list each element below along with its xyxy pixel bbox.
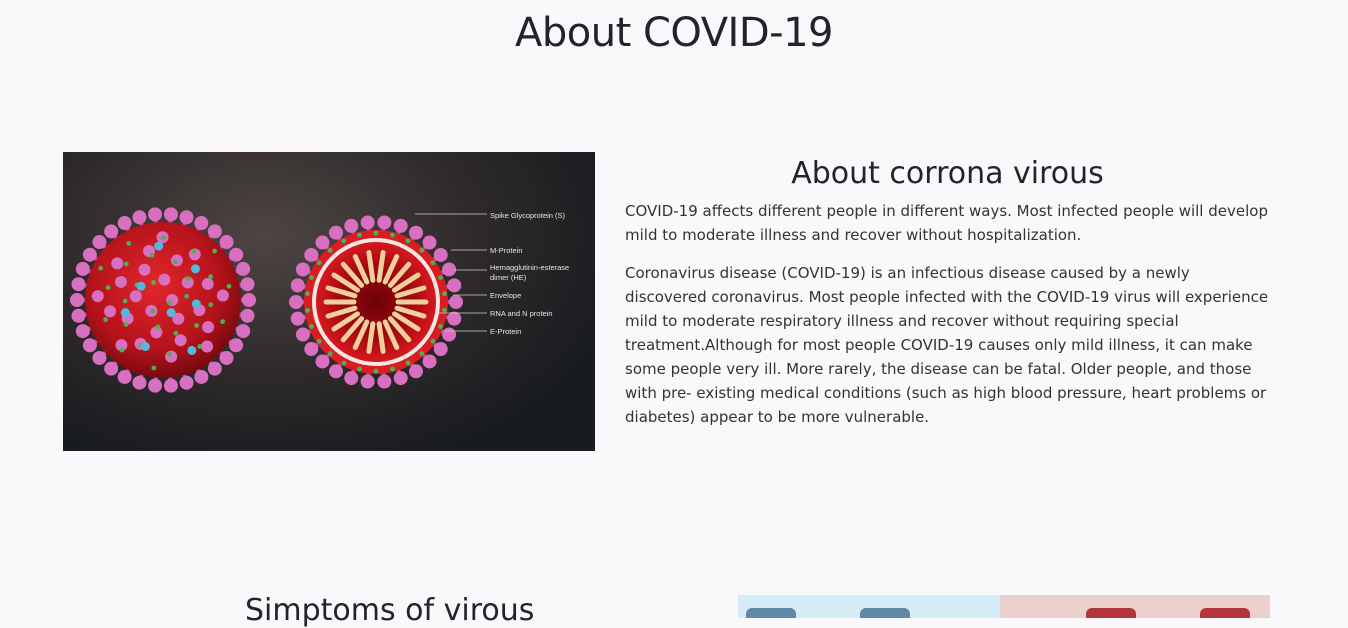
cross-section-virus-illustration	[289, 215, 463, 389]
label-m-protein: M-Protein	[490, 246, 523, 255]
label-envelope: Envelope	[490, 291, 521, 300]
symptoms-image	[738, 595, 1270, 618]
label-spike-glycoprotein: Spike Glycoprotein (S)	[490, 211, 566, 220]
symptoms-image-left-panel	[738, 595, 1000, 618]
label-dimer-he: dimer (HE)	[490, 273, 527, 282]
label-e-protein: E-Protein	[490, 327, 521, 336]
coronavirus-structure-image: Spike Glycoprotein (S) M-Protein Hemaggl…	[63, 152, 595, 451]
symptom-icon	[1086, 608, 1136, 618]
symptom-icon	[746, 608, 796, 618]
about-paragraph-1: COVID-19 affects different people in dif…	[625, 202, 1268, 244]
about-paragraph-2: Coronavirus disease (COVID-19) is an inf…	[625, 264, 1269, 426]
page-title: About COVID-19	[515, 10, 833, 56]
symptom-icon	[860, 608, 910, 618]
about-heading: About corrona virous	[791, 156, 1104, 191]
symptoms-image-right-panel	[1000, 595, 1270, 618]
label-hemagglutinin-esterase: Hemagglutinin-esterase	[490, 263, 569, 272]
about-section: About corrona virous COVID-19 affects di…	[625, 152, 1270, 443]
whole-virus-illustration	[70, 207, 256, 393]
label-rna-n-protein: RNA and N protein	[490, 309, 553, 318]
symptom-icon	[1200, 608, 1250, 618]
symptoms-heading: Simptoms of virous	[245, 593, 535, 628]
